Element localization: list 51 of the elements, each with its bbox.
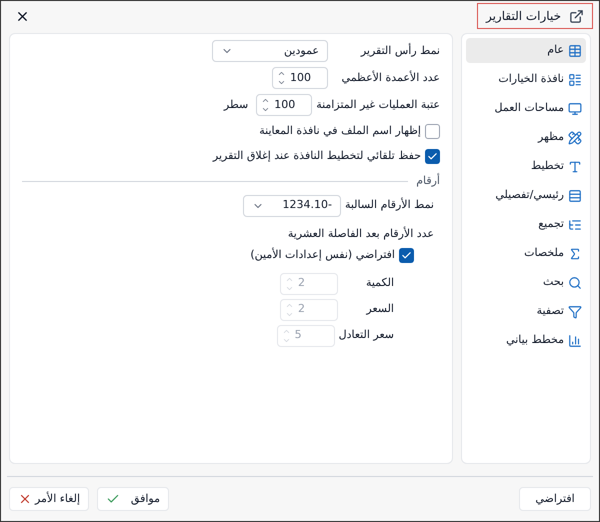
font-icon — [568, 160, 582, 174]
field-label: عدد الأرقام بعد الفاصلة العشرية — [286, 226, 435, 242]
field-label: عدد الأعمدة الأعظمي — [340, 70, 440, 86]
field-label: الكمية — [364, 275, 394, 292]
sigma-icon — [568, 246, 582, 260]
checkbox[interactable] — [425, 124, 440, 138]
checkbox-label: إظهار اسم الملف في نافذة المعاينة — [259, 122, 421, 139]
check-icon — [427, 150, 438, 162]
filter-icon — [568, 304, 582, 318]
window-title: خيارات التقارير — [476, 3, 593, 29]
defaults-button[interactable]: افتراضي — [519, 487, 591, 511]
sidebar-item[interactable]: عام — [466, 38, 586, 63]
table-icon — [568, 44, 582, 58]
tree-icon — [568, 218, 582, 232]
sidebar-item[interactable]: تخطيط — [466, 154, 586, 179]
sidebar-item[interactable]: مخطط بياني — [466, 328, 586, 353]
field-label: نمط الأرقام السالبة — [344, 197, 434, 214]
sidebar-item[interactable]: تجميع — [466, 212, 586, 237]
field-label: السعر — [364, 301, 394, 318]
monitor-icon — [568, 102, 582, 116]
ok-button[interactable]: موافق — [97, 487, 169, 511]
field-label: نمط رأس التقرير — [359, 42, 440, 59]
checkbox-label: افتراضي (نفس إعدادات الأمين) — [250, 247, 395, 263]
field-label: سعر التعادل — [338, 327, 394, 344]
sidebar-item[interactable]: رئيسي/تفصيلي — [466, 183, 586, 208]
search-icon — [568, 276, 582, 290]
bar-chart-icon — [568, 334, 582, 348]
checkbox[interactable] — [399, 248, 414, 263]
stepper-icon[interactable] — [261, 96, 270, 114]
section-title: أرقام — [416, 173, 440, 189]
number-spinner[interactable]: 100 — [272, 67, 328, 89]
sidebar-item[interactable]: بحث — [466, 270, 586, 295]
field-label: عتبة العمليات غير المتزامنة — [316, 96, 440, 113]
dropdown[interactable]: عمودين — [212, 40, 328, 62]
dropdown[interactable]: -1234.10 — [242, 194, 341, 216]
stepper-icon[interactable] — [277, 69, 286, 87]
window-icon — [569, 8, 584, 24]
sidebar-item[interactable]: نافذة الخيارات — [466, 67, 586, 92]
number-spinner[interactable]: 100 — [256, 94, 312, 116]
list-icon — [568, 72, 582, 86]
unit-label: سطر — [224, 96, 248, 113]
sidebar-item[interactable]: مظهر — [466, 125, 586, 150]
checkbox[interactable] — [425, 148, 440, 164]
close-icon — [18, 492, 32, 506]
sidebar-item[interactable]: تصفية — [466, 299, 586, 324]
checkbox-label: حفظ تلقائي لتخطيط النافذة عند إغلاق التقرير — [212, 148, 421, 164]
sidebar-item[interactable]: ملخصات — [466, 241, 586, 266]
check-icon — [401, 250, 412, 261]
cancel-button[interactable]: إلغاء الأمر — [9, 487, 89, 511]
sidebar-item[interactable]: مساحات العمل — [466, 96, 586, 121]
table-rows-icon — [568, 188, 582, 202]
